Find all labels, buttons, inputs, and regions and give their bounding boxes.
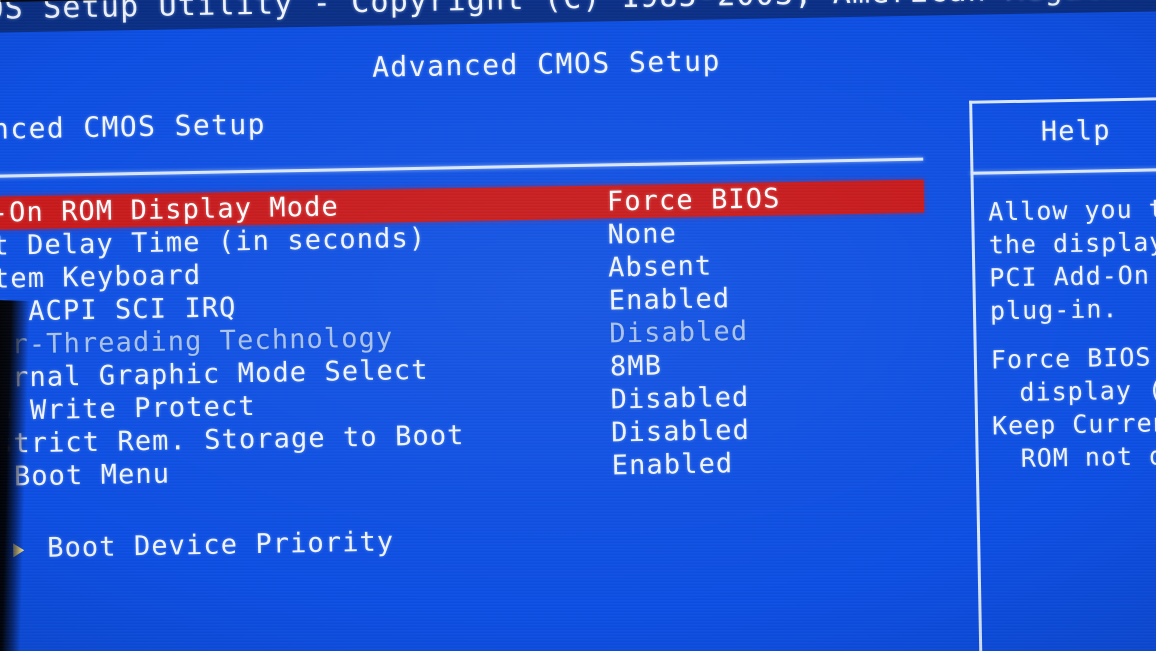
help-text-line: Force BIOS:A xyxy=(990,341,1156,375)
setting-label: F9 Boot Menu xyxy=(0,458,171,494)
setting-value[interactable]: Disabled xyxy=(609,315,748,351)
triangle-right-icon xyxy=(13,543,25,558)
setting-value[interactable]: 8MB xyxy=(610,349,663,383)
header-divider xyxy=(0,157,924,179)
bios-setup-screen: OS Setup Utility - Copyright (C) 1985-20… xyxy=(0,0,1156,651)
help-panel-divider xyxy=(970,165,1156,175)
setting-value[interactable]: None xyxy=(607,217,677,251)
page-subtitle: Advanced CMOS Setup xyxy=(371,44,722,84)
setting-value[interactable]: Disabled xyxy=(610,381,749,417)
help-text-line: the display xyxy=(988,227,1156,260)
title-bar-text: OS Setup Utility - Copyright (C) 1985-20… xyxy=(0,0,1122,27)
help-text-line: Allow you t xyxy=(987,194,1156,227)
setting-label: PIC ACPI SCI IRQ xyxy=(0,292,237,329)
help-panel: Help Allow you t the display PCI Add-On plu… xyxy=(969,94,1156,651)
setting-label: IOS Write Protect xyxy=(0,390,256,428)
help-text-line: display (D xyxy=(1019,374,1156,407)
help-text-line: plug-in. xyxy=(989,294,1119,326)
help-text-line: Keep Current: xyxy=(991,407,1156,441)
setting-value[interactable]: Enabled xyxy=(608,282,730,317)
submenu-item-boot-device-priority[interactable]: Boot Device Priority xyxy=(5,526,395,567)
setting-value[interactable]: Disabled xyxy=(611,414,750,450)
page-title: vanced CMOS Setup xyxy=(0,107,267,147)
setting-value[interactable]: Absent xyxy=(608,250,713,285)
setting-value[interactable]: Enabled xyxy=(611,447,733,482)
help-panel-body: Allow you t the display PCI Add-On plug-in.… xyxy=(988,190,1156,476)
title-bar: OS Setup Utility - Copyright (C) 1985-20… xyxy=(0,0,1156,34)
settings-list: ld-On ROM Display Mode Force BIOS ost Dela… xyxy=(0,179,929,494)
setting-value[interactable]: Force BIOS xyxy=(607,182,781,218)
help-text-line: PCI Add-On xyxy=(989,260,1151,293)
submenu-item-label: Boot Device Priority xyxy=(46,526,395,564)
help-text-line: ROM not dis xyxy=(1020,440,1156,473)
setting-label: ystem Keyboard xyxy=(0,259,202,296)
help-panel-title: Help xyxy=(1040,115,1111,148)
bios-screen-plane: OS Setup Utility - Copyright (C) 1985-20… xyxy=(0,0,1156,651)
